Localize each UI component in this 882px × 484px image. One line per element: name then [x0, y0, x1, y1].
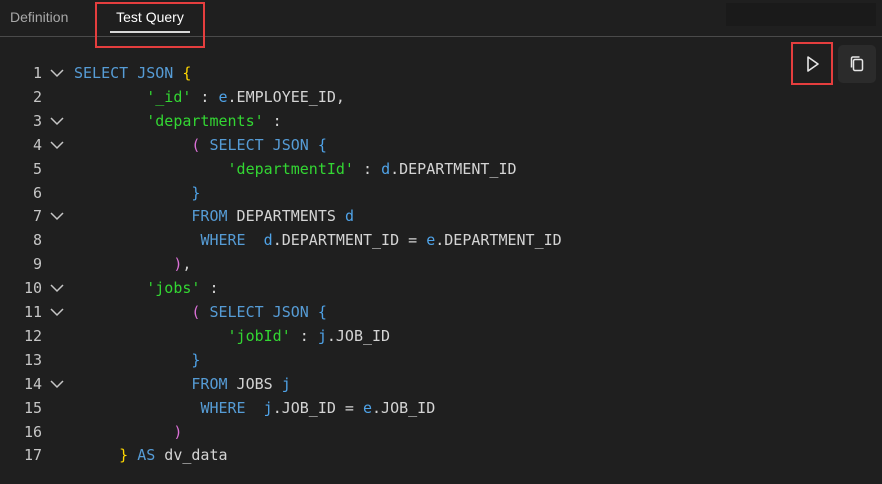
line-number: 16 [23, 422, 42, 441]
code-token: SELECT JSON [209, 135, 318, 154]
code-token: { [317, 135, 327, 154]
code-token: WHERE [200, 231, 246, 250]
chevron-down-icon[interactable] [48, 372, 68, 396]
code-text: WHERE d.DEPARTMENT_ID = e.DEPARTMENT_ID [74, 228, 562, 252]
code-token: .JOB_ID [372, 398, 436, 417]
code-token: .JOB_ID = [272, 398, 363, 417]
copy-icon [850, 56, 864, 72]
code-token: '_id' [146, 87, 192, 106]
code-text: } AS dv_data [74, 443, 228, 467]
line-number: 12 [23, 326, 42, 345]
code-text: SELECT JSON { [74, 61, 191, 85]
chevron-down-icon[interactable] [48, 109, 68, 133]
code-text: ( SELECT JSON { [74, 133, 327, 157]
code-token: WHERE [200, 398, 246, 417]
line-number: 14 [23, 374, 42, 393]
code-text: ), [74, 252, 191, 276]
code-editor[interactable]: 1 SELECT JSON {2 '_id' : e.EMPLOYEE_ID, 3 … [0, 37, 882, 484]
copy-button[interactable] [838, 45, 876, 83]
line-number: 6 [32, 183, 42, 202]
line-number: 4 [32, 135, 42, 154]
tab-bar: Definition Test Query [0, 0, 882, 37]
code-token: .EMPLOYEE_ID, [227, 87, 345, 106]
play-icon [807, 56, 819, 72]
code-text: 'jobs' : [74, 276, 219, 300]
code-token: .JOB_ID [326, 326, 391, 345]
code-token: .DEPARTMENT_ID [390, 159, 517, 178]
code-token: e [426, 231, 436, 250]
code-token: .DEPARTMENT_ID [435, 231, 562, 250]
code-token: 'jobId' [227, 326, 291, 345]
tab-bar-spacer [726, 3, 876, 26]
code-token: : [200, 279, 219, 298]
line-number: 13 [23, 350, 42, 369]
line-number: 9 [32, 255, 42, 274]
code-token: : [353, 159, 382, 178]
code-token: j [281, 374, 291, 393]
code-token: DEPARTMENTS [227, 207, 345, 226]
code-token: FROM [191, 207, 228, 226]
line-number: 5 [32, 159, 42, 178]
code-token: d [344, 207, 354, 226]
code-token: dv_data [155, 446, 228, 465]
code-token: AS [137, 446, 156, 465]
chevron-down-icon[interactable] [48, 300, 68, 324]
line-number: 11 [23, 303, 42, 321]
code-token: e [218, 87, 228, 106]
code-text: FROM DEPARTMENTS d [74, 204, 354, 228]
code-token: : [290, 326, 318, 345]
line-number: 2 [32, 87, 42, 106]
code-token: d [381, 159, 391, 178]
code-text: 'departmentId' : d.DEPARTMENT_ID [74, 157, 517, 181]
code-token: e [363, 398, 373, 417]
code-text: ) [74, 420, 182, 444]
code-token: : [191, 87, 219, 106]
code-text: ( SELECT JSON { [74, 300, 327, 324]
code-token: JOBS [227, 374, 282, 393]
code-token: } [191, 350, 201, 369]
line-number: 10 [23, 279, 42, 298]
code-token: ) [173, 422, 183, 441]
run-query-button[interactable] [796, 47, 830, 81]
code-text: 'departments' : [74, 109, 282, 133]
code-token: .DEPARTMENT_ID = [272, 231, 427, 250]
code-token: SELECT JSON [209, 303, 318, 321]
line-number: 15 [23, 398, 42, 417]
line-number: 17 [23, 446, 42, 465]
code-token: j [317, 326, 327, 345]
chevron-down-icon[interactable] [48, 276, 68, 300]
chevron-down-icon[interactable] [48, 133, 68, 157]
code-token: FROM [191, 374, 228, 393]
code-token: : [263, 111, 282, 130]
code-token: 'departments' [146, 111, 264, 130]
code-token: 'departmentId' [227, 159, 354, 178]
code-token: { [182, 64, 192, 82]
code-text: WHERE j.JOB_ID = e.JOB_ID [74, 396, 435, 420]
tab-test-query[interactable]: Test Query [96, 0, 204, 35]
code-token: , [182, 255, 192, 274]
code-token: d [263, 231, 273, 250]
code-text: } [74, 181, 200, 205]
tab-definition[interactable]: Definition [0, 0, 78, 35]
code-token: 'jobs' [146, 279, 201, 298]
line-number: 1 [32, 64, 42, 82]
code-token: j [263, 398, 273, 417]
code-text: 'jobId' : j.JOB_ID [74, 324, 391, 348]
chevron-down-icon[interactable] [48, 61, 68, 85]
code-token: } [119, 446, 129, 465]
code-text: '_id' : e.EMPLOYEE_ID, [74, 85, 345, 109]
line-number: 3 [32, 111, 42, 130]
code-text: FROM JOBS j [74, 372, 291, 396]
code-token: } [191, 183, 201, 202]
line-number: 8 [32, 231, 42, 250]
code-text: } [74, 348, 200, 372]
line-number: 7 [32, 207, 42, 226]
code-token: SELECT JSON [74, 64, 183, 82]
code-token: { [317, 303, 327, 321]
chevron-down-icon[interactable] [48, 204, 68, 228]
